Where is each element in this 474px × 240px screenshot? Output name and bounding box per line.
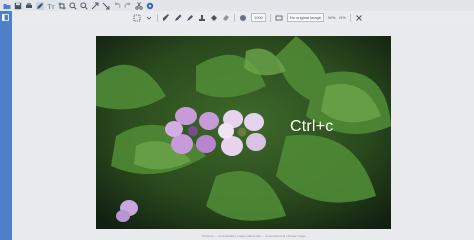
size-field[interactable]: 1000 [251, 13, 266, 22]
background-field[interactable]: No original image [286, 13, 325, 22]
chevron-down-icon[interactable] [145, 14, 153, 22]
arrow-icon[interactable] [102, 2, 110, 10]
pencil-icon[interactable] [174, 14, 182, 22]
image-credit: Photo by ... on Unsplash | Image edited … [202, 234, 306, 238]
zoom-out-icon[interactable] [80, 1, 88, 10]
flower-image [96, 36, 391, 229]
crop-icon[interactable] [58, 2, 66, 10]
divider [269, 13, 271, 22]
divider [349, 13, 351, 22]
arrow-icon[interactable] [91, 2, 99, 10]
zoom-in-icon[interactable] [69, 1, 77, 10]
undo-icon[interactable] [113, 2, 121, 10]
sub-toolbar: 1000 No original image W% H% [12, 11, 474, 25]
open-folder-icon[interactable] [3, 2, 11, 10]
height-ratio-label: H% [339, 15, 346, 20]
width-ratio-label: W% [328, 15, 336, 20]
selection-icon[interactable] [133, 14, 141, 22]
edit-pen-icon[interactable] [36, 1, 44, 10]
text-icon[interactable]: Tт [47, 2, 55, 9]
marker-icon[interactable] [186, 14, 194, 22]
left-sidebar [0, 11, 12, 240]
panel-icon[interactable] [2, 14, 9, 21]
eraser-icon[interactable] [222, 14, 230, 22]
svg-text:Tт: Tт [48, 3, 55, 9]
scissors-icon[interactable] [135, 1, 143, 10]
color-wheel-icon[interactable] [146, 2, 154, 10]
color-swatch-icon[interactable] [239, 14, 247, 22]
shortcut-overlay: Ctrl+c [290, 118, 334, 135]
redo-icon[interactable] [124, 2, 132, 10]
save-icon[interactable] [14, 2, 22, 10]
stamp-icon[interactable] [198, 14, 206, 22]
close-icon[interactable] [355, 14, 363, 22]
divider [157, 13, 158, 22]
brush-icon[interactable] [162, 13, 170, 22]
bg-toggle-icon[interactable] [275, 14, 283, 22]
flower-photo[interactable] [96, 36, 391, 229]
fill-icon[interactable] [210, 14, 218, 22]
divider [234, 13, 235, 22]
print-icon[interactable] [25, 2, 33, 10]
